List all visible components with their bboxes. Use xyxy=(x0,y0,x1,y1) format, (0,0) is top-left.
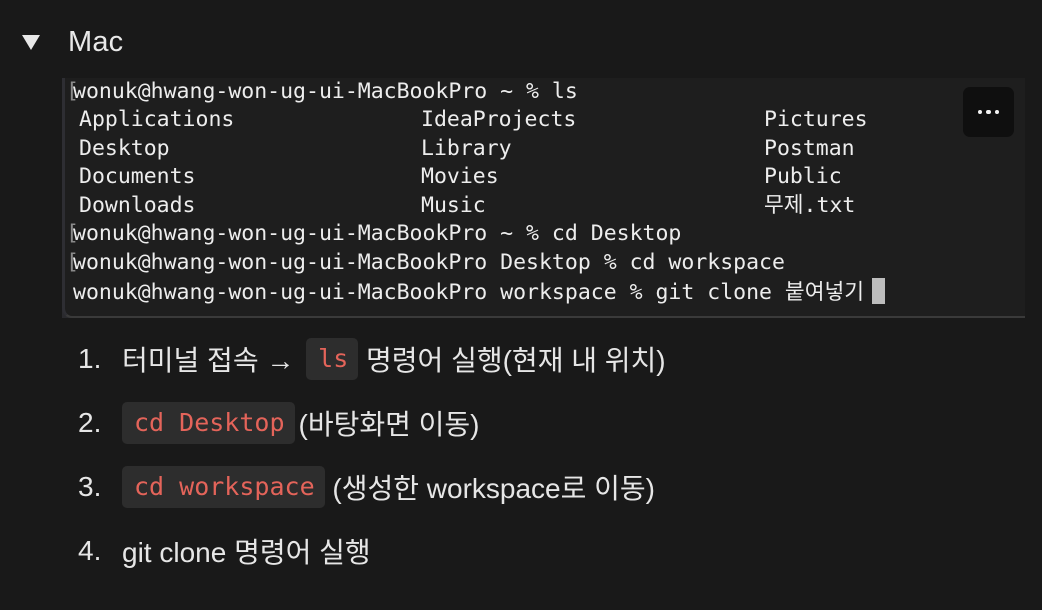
list-item-number: 1. xyxy=(78,343,102,374)
ls-entry: Documents xyxy=(79,164,196,189)
toggle-title: Mac xyxy=(68,25,124,58)
terminal-cursor xyxy=(872,278,886,304)
ls-entry: Downloads xyxy=(79,193,196,218)
ls-entry: Library xyxy=(421,136,512,161)
list-item-text: 터미널 접속 → xyxy=(122,345,303,376)
list-item-text: git clone 명령어 실행 xyxy=(122,537,371,568)
list-item-text: 명령어 실행(현재 내 위치) xyxy=(358,345,666,376)
toggle-block-header[interactable]: Mac xyxy=(18,20,123,64)
list-item-text: (바탕화면 이동) xyxy=(298,409,480,440)
more-horizontal-icon xyxy=(976,109,1002,115)
list-item-text: (생성한 workspace로 이동) xyxy=(324,473,656,504)
ls-entry: Desktop xyxy=(79,136,170,161)
ls-entry: Movies xyxy=(421,164,499,189)
ls-entry: 무제.txt xyxy=(764,193,856,218)
terminal-screenshot: [wonuk@hwang-won-ug-ui-MacBookPro ~ % ls… xyxy=(62,78,1025,318)
ls-entry: Applications xyxy=(79,107,235,132)
inline-code: ls xyxy=(306,338,359,380)
ls-entry: Postman xyxy=(764,136,855,161)
list-item-number: 2. xyxy=(78,407,102,438)
ls-entry: Music xyxy=(421,193,486,218)
terminal-prompt-line: [wonuk@hwang-won-ug-ui-MacBookPro ~ % ls xyxy=(66,79,578,104)
inline-code: cd workspace xyxy=(122,466,325,508)
terminal-prompt-line: wonuk@hwang-won-ug-ui-MacBookPro workspa… xyxy=(73,278,886,306)
list-item-number: 4. xyxy=(78,535,102,566)
inline-code: cd Desktop xyxy=(122,402,295,444)
ls-entry: Public xyxy=(764,164,842,189)
toggle-triangle-icon[interactable] xyxy=(22,34,40,50)
terminal-prompt-line: [wonuk@hwang-won-ug-ui-MacBookPro Deskto… xyxy=(66,250,785,275)
list-item-number: 3. xyxy=(78,471,102,502)
terminal-prompt-line: [wonuk@hwang-won-ug-ui-MacBookPro ~ % cd… xyxy=(66,221,682,246)
ls-entry: Pictures xyxy=(764,107,868,132)
more-options-button[interactable] xyxy=(963,87,1014,137)
ls-entry: IdeaProjects xyxy=(421,107,577,132)
